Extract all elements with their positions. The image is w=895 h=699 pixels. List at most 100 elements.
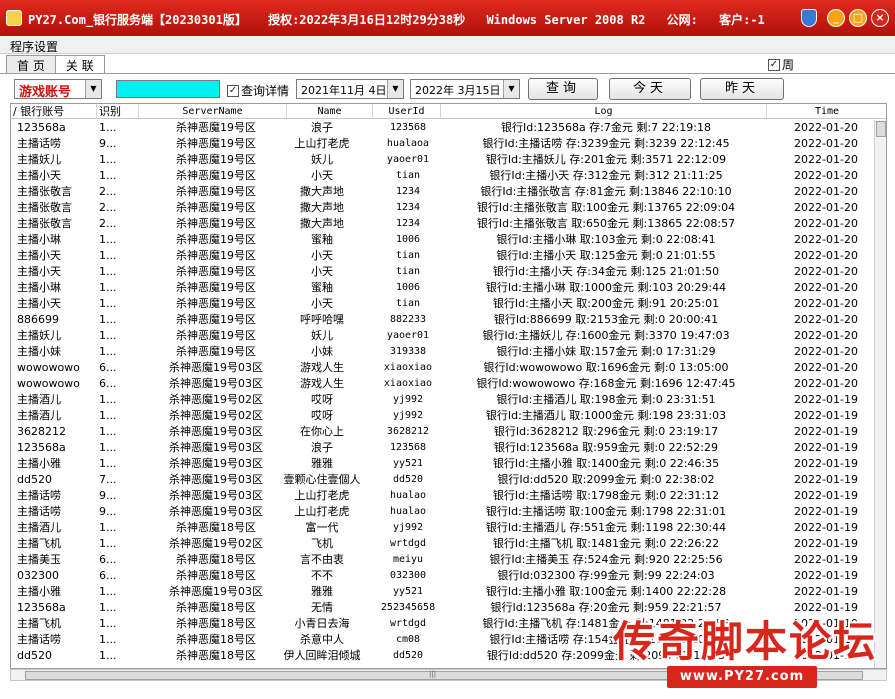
grip-icon: ||| [429,670,437,678]
header-bank-account[interactable]: / 银行账号 [11,104,97,119]
table-row[interactable]: 主播小天 1... 杀神恶魔19号区 小天 tian 银行Id:主播小天 取:125金元 … [11,248,876,264]
header-name[interactable]: Name [287,104,373,119]
table-row[interactable]: 主播小琳 1... 杀神恶魔19号区 蜜釉 1006 银行Id:主播小琳 取:1000金元… [11,280,876,296]
cell-user-id: dd520 [392,474,424,485]
table-row[interactable]: 主播酒儿 1... 杀神恶魔19号02区 哎呀 yj992 银行Id:主播酒儿 取:198… [11,392,876,408]
detail-checkbox[interactable]: ✓ 查询详情 [227,82,289,99]
cell-time: 2022-01-19 [794,585,858,598]
chevron-down-icon[interactable]: ▼ [85,80,101,98]
table-row[interactable]: 主播小琳 1... 杀神恶魔19号区 蜜釉 1006 银行Id:主播小琳 取:103金元 … [11,232,876,248]
table-row[interactable]: dd520 7... 杀神恶魔19号03区 壹颗心住壹個人 dd520 银行Id:dd52… [11,472,876,488]
date-from-picker[interactable]: 2021年11月 4日 ▼ [296,79,404,99]
table-row[interactable]: 主播小天 1... 杀神恶魔19号区 小天 tian 银行Id:主播小天 存:312金元 … [11,168,876,184]
cell-identify: 9... [99,137,117,150]
week-checkbox-label: 周 [782,58,795,72]
cell-identify: 1... [99,649,117,662]
account-type-select[interactable]: 游戏账号 ▼ [14,79,102,100]
header-time[interactable]: Time [767,104,886,119]
week-check-icon[interactable]: ✓ [768,58,780,71]
table-row[interactable]: 主播妖儿 1... 杀神恶魔19号区 妖儿 yaoer01 银行Id:主播妖儿 存:201… [11,152,876,168]
table-row[interactable]: 主播小雅 1... 杀神恶魔19号03区 雅雅 yy521 银行Id:主播小雅 取:140… [11,456,876,472]
cell-time: 2022-01-19 [794,553,858,566]
cell-bank-account: 主播酒儿 [17,409,61,422]
cell-time: 2022-01-19 [794,441,858,454]
vertical-scrollbar[interactable] [874,120,886,668]
cell-user-id: tian [395,266,421,277]
table-row[interactable]: 主播小妹 1... 杀神恶魔19号区 小妹 319338 银行Id:主播小妹 取:157金… [11,344,876,360]
table-row[interactable]: 主播飞机 1... 杀神恶魔19号02区 飞机 wrtdgd 银行Id:主播飞机 取:14… [11,536,876,552]
table-row[interactable]: 主播酒儿 1... 杀神恶魔19号02区 哎呀 yj992 银行Id:主播酒儿 取:100… [11,408,876,424]
week-checkbox[interactable]: ✓ 周 [768,56,794,73]
header-user-id[interactable]: UserId [373,104,441,119]
table-row[interactable]: 886699 1... 杀神恶魔19号区 呼呼哈嘿 882233 银行Id:886699 … [11,312,876,328]
cell-log: 银行Id:123568a 取:959金元 剩:0 22:52:29 [494,441,718,454]
table-row[interactable]: wowowowo 6... 杀神恶魔19号03区 游戏人生 xiaoxiao 银行Id:w… [11,376,876,392]
cell-identify: 1... [99,441,117,454]
cell-identify: 1... [99,393,117,406]
table-row[interactable]: 123568a 1... 杀神恶魔19号区 浪子 123568 银行Id:123568a … [11,120,876,136]
vertical-scroll-thumb[interactable] [876,121,886,137]
cell-log: 银行Id:主播飞机 取:1481金元 剩:0 22:26:22 [492,537,720,550]
cell-identify: 6... [99,361,117,374]
table-row[interactable]: 主播话唠 9... 杀神恶魔19号区 上山打老虎 hualaoa 银行Id:主播话唠 存:… [11,136,876,152]
cell-user-id: 1006 [395,282,421,293]
minimize-button[interactable]: _ [827,9,845,27]
cell-time: 2022-01-19 [794,457,858,470]
table-row[interactable]: 主播张敬言 2... 杀神恶魔19号区 撒大声地 1234 银行Id:主播张敬言 存:81… [11,184,876,200]
close-button[interactable]: × [871,9,889,27]
menu-program-settings[interactable]: 程序设置 [10,38,58,55]
table-row[interactable]: 主播妖儿 1... 杀神恶魔19号区 妖儿 yaoer01 银行Id:主播妖儿 存:160… [11,328,876,344]
table-row[interactable]: wowowowo 6... 杀神恶魔19号03区 游戏人生 xiaoxiao 银行Id:w… [11,360,876,376]
header-identify[interactable]: 识别 [97,104,139,119]
cell-bank-account: 主播小天 [17,265,61,278]
table-row[interactable]: 主播话唠 9... 杀神恶魔19号03区 上山打老虎 hualao 银行Id:主播话唠 取… [11,504,876,520]
cell-identify: 1... [99,457,117,470]
cell-bank-account: 主播小雅 [17,585,61,598]
date-to-picker[interactable]: 2022年 3月15日 ▼ [410,79,520,99]
maximize-button[interactable]: □ [849,9,867,27]
shield-icon[interactable] [801,9,817,27]
detail-check-icon[interactable]: ✓ [227,84,239,97]
cell-user-id: yj992 [392,410,424,421]
today-button[interactable]: 今天 [609,78,691,100]
cell-log: 银行Id:主播妖儿 存:201金元 剩:3571 22:12:09 [485,153,727,166]
cell-time: 2022-01-20 [794,345,858,358]
query-toolbar: 游戏账号 ▼ ✓ 查询详情 2021年11月 4日 ▼ 2022年 3月15日 … [0,73,895,103]
cell-log: 银行Id:主播小天 取:200金元 剩:91 20:25:01 [492,297,720,310]
table-row[interactable]: 主播美玉 6... 杀神恶魔18号区 言不由衷 meiyu 银行Id:主播美玉 存:524… [11,552,876,568]
cell-bank-account: 主播小天 [17,169,61,182]
header-server-name[interactable]: ServerName [139,104,287,119]
chevron-down-icon[interactable]: ▼ [387,80,403,98]
table-row[interactable]: 主播张敬言 2... 杀神恶魔19号区 撒大声地 1234 银行Id:主播张敬言 取:65… [11,216,876,232]
cell-log: 银行Id:主播酒儿 取:198金元 剩:0 23:31:51 [496,393,716,406]
query-button[interactable]: 查询 [528,78,598,100]
cell-bank-account: wowowowo [17,377,80,390]
table-row[interactable]: 123568a 1... 杀神恶魔19号03区 浪子 123568 银行Id:123568… [11,440,876,456]
yesterday-button[interactable]: 昨天 [700,78,784,100]
chevron-down-icon[interactable]: ▼ [503,80,519,98]
cell-name: 浪子 [311,121,333,134]
cell-time: 2022-01-19 [794,569,858,582]
header-log[interactable]: Log [441,104,767,119]
cell-time: 2022-01-20 [794,233,858,246]
table-row[interactable]: 032300 6... 杀神恶魔18号区 不不 032300 银行Id:032300 存:… [11,568,876,584]
cell-bank-account: dd520 [17,473,52,486]
table-row[interactable]: 主播小雅 1... 杀神恶魔19号03区 雅雅 yy521 银行Id:主播小雅 取:100… [11,584,876,600]
table-row[interactable]: 主播小天 1... 杀神恶魔19号区 小天 tian 银行Id:主播小天 取:200金元 … [11,296,876,312]
cell-time: 2022-01-20 [794,169,858,182]
cell-name: 小天 [311,249,333,262]
date-to-value: 2022年 3月15日 [415,84,501,97]
tab-link[interactable]: 关 联 [54,55,105,74]
cell-user-id: 1234 [395,202,421,213]
tab-home[interactable]: 首 页 [6,55,56,73]
table-row[interactable]: 3628212 1... 杀神恶魔19号03区 在你心上 3628212 银行Id:362… [11,424,876,440]
table-row[interactable]: 主播小天 1... 杀神恶魔19号区 小天 tian 银行Id:主播小天 存:34金元 剩… [11,264,876,280]
table-row[interactable]: 主播话唠 9... 杀神恶魔19号03区 上山打老虎 hualao 银行Id:主播话唠 取… [11,488,876,504]
cell-name: 撒大声地 [300,201,344,214]
cell-time: 2022-01-20 [794,153,858,166]
cell-log: 银行Id:主播话唠 取:100金元 剩:1798 22:31:01 [485,505,727,518]
table-row[interactable]: 主播张敬言 2... 杀神恶魔19号区 撒大声地 1234 银行Id:主播张敬言 取:10… [11,200,876,216]
table-row[interactable]: 主播酒儿 1... 杀神恶魔18号区 富一代 yj992 银行Id:主播酒儿 存:551金… [11,520,876,536]
account-search-input[interactable] [116,80,220,98]
cell-log: 银行Id:主播小妹 取:157金元 剩:0 17:31:29 [496,345,716,358]
